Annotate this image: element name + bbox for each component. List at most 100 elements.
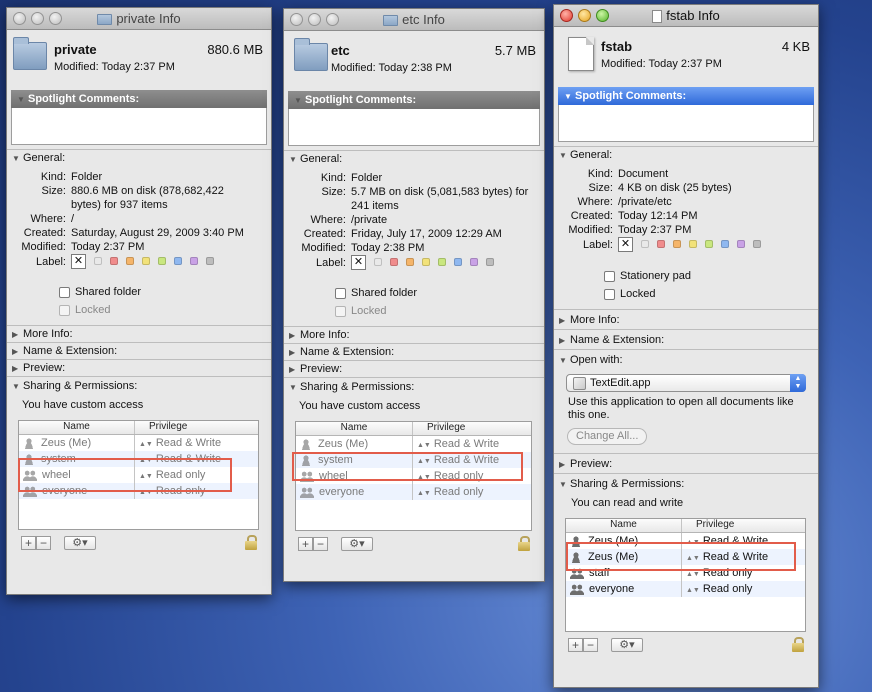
label-color-swatch[interactable] — [486, 257, 494, 266]
label-color-swatch[interactable] — [454, 257, 462, 266]
preview-header[interactable]: ▶ Preview: — [284, 360, 544, 377]
label-color-swatch[interactable] — [206, 256, 214, 265]
remove-user-button[interactable]: − — [36, 536, 51, 550]
table-row[interactable]: everyone ▲▼ Read only — [19, 483, 258, 499]
label-color-swatch[interactable] — [737, 239, 745, 248]
table-row[interactable]: staff ▲▼ Read only — [566, 565, 805, 581]
sharing-permissions-header[interactable]: ▼ Sharing & Permissions: — [284, 377, 544, 396]
label-color-swatch[interactable] — [126, 256, 134, 265]
label-color-swatch[interactable] — [190, 256, 198, 265]
label-color-swatch[interactable] — [406, 257, 414, 266]
name-extension-header[interactable]: ▶ Name & Extension: — [554, 329, 818, 349]
spotlight-comments-header[interactable]: ▼ Spotlight Comments: — [558, 87, 814, 105]
open-with-header[interactable]: ▼ Open with: — [554, 350, 818, 370]
name-column-header[interactable]: Name — [19, 421, 135, 434]
label-color-swatch[interactable] — [721, 239, 729, 248]
shared-folder-checkbox[interactable]: Shared folder — [335, 284, 544, 302]
label-color-swatch[interactable] — [374, 257, 382, 266]
sharing-permissions-header[interactable]: ▼ Sharing & Permissions: — [554, 473, 818, 493]
more-info-header[interactable]: ▶ More Info: — [7, 325, 271, 342]
sharing-permissions-header[interactable]: ▼ Sharing & Permissions: — [7, 376, 271, 395]
table-row[interactable]: system ▲▼ Read & Write — [19, 451, 258, 467]
label-color-swatch[interactable] — [470, 257, 478, 266]
name-extension-header[interactable]: ▶ Name & Extension: — [7, 342, 271, 359]
close-button[interactable] — [560, 9, 573, 22]
table-row[interactable]: everyone ▲▼ Read only — [566, 581, 805, 597]
minimize-button[interactable] — [578, 9, 591, 22]
lock-icon[interactable] — [792, 637, 804, 652]
close-button[interactable] — [290, 13, 303, 26]
privilege-value: Read only — [702, 567, 753, 579]
general-header[interactable]: ▼ General: — [7, 150, 271, 167]
spotlight-comments-header[interactable]: ▼ Spotlight Comments: — [11, 90, 267, 108]
general-header[interactable]: ▼ General: — [284, 151, 544, 168]
table-row[interactable]: Zeus (Me) ▲▼ Read & Write — [296, 436, 531, 452]
table-row[interactable]: wheel ▲▼ Read only — [296, 468, 531, 484]
label-color-swatch[interactable] — [158, 256, 166, 265]
label-color-swatch[interactable] — [110, 256, 118, 265]
shared-folder-checkbox[interactable]: Shared folder — [59, 283, 271, 301]
preview-header[interactable]: ▶ Preview: — [7, 359, 271, 376]
spotlight-comments-field[interactable] — [11, 108, 267, 145]
action-menu-button[interactable]: ⚙▾ — [64, 536, 96, 550]
add-user-button[interactable]: + — [568, 638, 583, 652]
lock-icon[interactable] — [245, 535, 257, 550]
more-info-header[interactable]: ▶ More Info: — [284, 326, 544, 343]
minimize-button[interactable] — [308, 13, 321, 26]
spotlight-comments-field[interactable] — [558, 105, 814, 142]
label-color-swatch[interactable] — [705, 239, 713, 248]
label-color-swatch[interactable] — [641, 239, 649, 248]
action-menu-button[interactable]: ⚙▾ — [611, 638, 643, 652]
zoom-button[interactable] — [49, 12, 62, 25]
table-row[interactable]: Zeus (Me) ▲▼ Read & Write — [19, 435, 258, 451]
privilege-column-header[interactable]: Privilege — [135, 421, 258, 434]
table-row[interactable]: system ▲▼ Read & Write — [296, 452, 531, 468]
add-user-button[interactable]: + — [21, 536, 36, 550]
stationery-pad-checkbox[interactable]: Stationery pad — [604, 267, 818, 285]
locked-checkbox[interactable]: Locked — [604, 285, 818, 303]
more-info-header[interactable]: ▶ More Info: — [554, 309, 818, 329]
label-color-swatch[interactable] — [673, 239, 681, 248]
minimize-button[interactable] — [31, 12, 44, 25]
label-color-swatch[interactable] — [94, 256, 102, 265]
title-bar[interactable]: etc Info — [284, 9, 544, 31]
label-color-swatch[interactable] — [142, 256, 150, 265]
updown-arrow-icon: ▲▼ — [417, 458, 431, 465]
general-header[interactable]: ▼ General: — [554, 147, 818, 164]
label-color-swatch[interactable] — [438, 257, 446, 266]
close-button[interactable] — [13, 12, 26, 25]
action-menu-button[interactable]: ⚙▾ — [341, 537, 373, 551]
no-label-button[interactable]: ✕ — [71, 254, 86, 269]
spotlight-comments-header[interactable]: ▼ Spotlight Comments: — [288, 91, 540, 109]
application-popup[interactable]: TextEdit.app ▲ ▼ — [566, 374, 806, 392]
remove-user-button[interactable]: − — [313, 537, 328, 551]
table-row[interactable]: wheel ▲▼ Read only — [19, 467, 258, 483]
group-name: wheel — [42, 469, 71, 481]
no-label-button[interactable]: ✕ — [351, 255, 366, 270]
title-bar[interactable]: fstab Info — [554, 5, 818, 27]
label-color-swatch[interactable] — [390, 257, 398, 266]
zoom-button[interactable] — [326, 13, 339, 26]
table-row[interactable]: Zeus (Me) ▲▼ Read & Write — [566, 549, 805, 565]
label-color-swatch[interactable] — [753, 239, 761, 248]
privilege-column-header[interactable]: Privilege — [413, 422, 531, 435]
preview-header[interactable]: ▶ Preview: — [554, 453, 818, 473]
change-all-button[interactable]: Change All... — [567, 428, 648, 445]
label-color-swatch[interactable] — [657, 239, 665, 248]
title-bar[interactable]: private Info — [7, 8, 271, 30]
label-color-swatch[interactable] — [422, 257, 430, 266]
table-row[interactable]: Zeus (Me) ▲▼ Read & Write — [566, 533, 805, 549]
name-column-header[interactable]: Name — [566, 519, 682, 532]
zoom-button[interactable] — [596, 9, 609, 22]
remove-user-button[interactable]: − — [583, 638, 598, 652]
add-user-button[interactable]: + — [298, 537, 313, 551]
name-extension-header[interactable]: ▶ Name & Extension: — [284, 343, 544, 360]
privilege-column-header[interactable]: Privilege — [682, 519, 805, 532]
no-label-button[interactable]: ✕ — [618, 237, 633, 252]
lock-icon[interactable] — [518, 536, 530, 551]
name-column-header[interactable]: Name — [296, 422, 413, 435]
label-color-swatch[interactable] — [689, 239, 697, 248]
label-color-swatch[interactable] — [174, 256, 182, 265]
table-row[interactable]: everyone ▲▼ Read only — [296, 484, 531, 500]
spotlight-comments-field[interactable] — [288, 109, 540, 146]
